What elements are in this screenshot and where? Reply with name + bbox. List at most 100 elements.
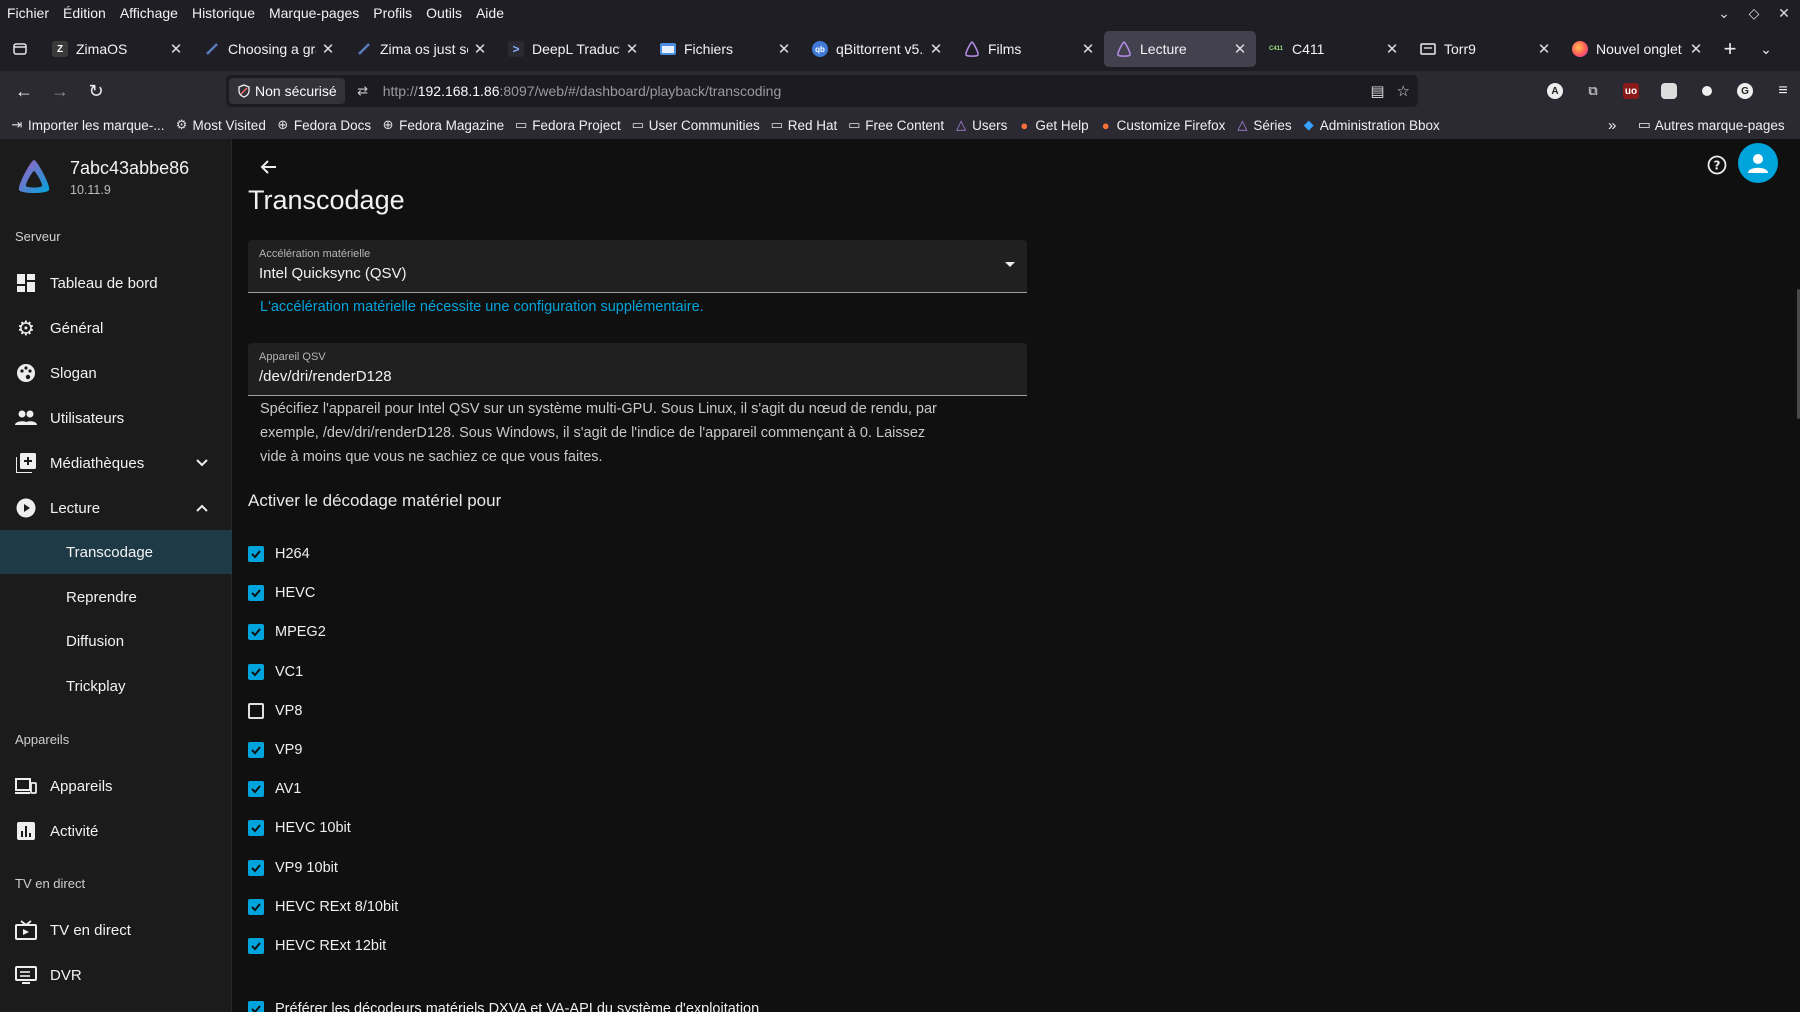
menu-edit[interactable]: Édition bbox=[56, 0, 113, 27]
bookmark-item[interactable]: △ Séries bbox=[1235, 117, 1291, 133]
chevron-down-icon[interactable] bbox=[192, 453, 212, 473]
sidebar-item-general[interactable]: ⚙ Général bbox=[0, 306, 232, 350]
ublock-icon[interactable]: uo bbox=[1612, 75, 1650, 107]
codec-checkbox[interactable]: VC1 bbox=[248, 660, 303, 684]
close-tab-icon[interactable]: ✕ bbox=[472, 40, 488, 58]
browser-tab[interactable]: Choosing a grap✕ bbox=[192, 31, 344, 67]
codec-checkbox[interactable]: VP9 10bit bbox=[248, 856, 338, 880]
qsv-device-input[interactable]: Appareil QSV /dev/dri/renderD128 bbox=[248, 343, 1027, 396]
close-tab-icon[interactable]: ✕ bbox=[1688, 40, 1704, 58]
user-avatar-button[interactable] bbox=[1738, 143, 1778, 183]
checkbox-checked-icon[interactable] bbox=[248, 899, 264, 915]
account-icon[interactable]: A bbox=[1536, 75, 1574, 107]
bookmark-item[interactable]: △ Users bbox=[954, 117, 1007, 133]
bookmark-item[interactable]: ◆ Administration Bbox bbox=[1302, 117, 1440, 133]
maximize-icon[interactable]: ◇ bbox=[1746, 5, 1762, 22]
menu-view[interactable]: Affichage bbox=[113, 0, 185, 27]
close-tab-icon[interactable]: ✕ bbox=[1232, 40, 1248, 58]
menu-bookmarks[interactable]: Marque-pages bbox=[262, 0, 366, 27]
bookmark-item[interactable]: ⊕ Fedora Magazine bbox=[381, 117, 505, 133]
close-tab-icon[interactable]: ✕ bbox=[776, 40, 792, 58]
back-button[interactable] bbox=[253, 151, 285, 183]
extension-dot-icon[interactable] bbox=[1688, 75, 1726, 107]
hardware-acceleration-help-link[interactable]: L'accélération matérielle nécessite une … bbox=[260, 299, 704, 315]
hamburger-menu-icon[interactable]: ≡ bbox=[1764, 75, 1800, 107]
close-tab-icon[interactable]: ✕ bbox=[168, 40, 184, 58]
codec-checkbox[interactable]: HEVC RExt 12bit bbox=[248, 934, 386, 958]
bookmark-item[interactable]: ● Get Help bbox=[1017, 118, 1088, 133]
sidebar-item-dvr[interactable]: DVR bbox=[0, 953, 232, 997]
extension-cloud-icon[interactable] bbox=[1650, 75, 1688, 107]
other-bookmarks-folder[interactable]: ▭ Autres marque-pages bbox=[1638, 111, 1785, 139]
browser-tab[interactable]: > DeepL Traductio✕ bbox=[496, 31, 648, 67]
checkbox-checked-icon[interactable] bbox=[248, 742, 264, 758]
browser-tab[interactable]: Fichiers ✕ bbox=[648, 31, 800, 67]
menu-profiles[interactable]: Profils bbox=[366, 0, 419, 27]
bookmark-item[interactable]: ▭ Red Hat bbox=[770, 117, 838, 133]
sidebar-item-playback[interactable]: Lecture bbox=[0, 486, 232, 530]
minimize-icon[interactable]: ⌄ bbox=[1716, 5, 1732, 22]
sidebar-item-transcoding[interactable]: Transcodage bbox=[0, 530, 232, 574]
sidebar-item-devices[interactable]: Appareils bbox=[0, 764, 232, 808]
checkbox-checked-icon[interactable] bbox=[248, 546, 264, 562]
extensions-puzzle-icon[interactable]: ⧉ bbox=[1574, 75, 1612, 107]
chevron-up-icon[interactable] bbox=[192, 498, 212, 518]
menu-file[interactable]: Fichier bbox=[0, 0, 56, 27]
close-tab-icon[interactable]: ✕ bbox=[1536, 40, 1552, 58]
prefer-os-decoders-checkbox[interactable]: Préférer les décodeurs matériels DXVA et… bbox=[248, 997, 759, 1012]
codec-checkbox[interactable]: VP8 bbox=[248, 699, 302, 723]
browser-tab[interactable]: Z ZimaOS ✕ bbox=[40, 31, 192, 67]
codec-checkbox[interactable]: MPEG2 bbox=[248, 620, 326, 644]
checkbox-checked-icon[interactable] bbox=[248, 781, 264, 797]
server-brand[interactable]: 7abc43abbe86 10.11.9 bbox=[14, 157, 189, 197]
menu-help[interactable]: Aide bbox=[469, 0, 511, 27]
close-window-icon[interactable]: ✕ bbox=[1776, 5, 1792, 22]
sidebar-item-dashboard[interactable]: Tableau de bord bbox=[0, 261, 232, 305]
url-text[interactable]: http://192.168.1.86:8097/web/#/dashboard… bbox=[383, 83, 782, 99]
bookmark-item[interactable]: ▭ User Communities bbox=[631, 117, 760, 133]
sidebar-item-trickplay[interactable]: Trickplay bbox=[0, 664, 232, 708]
close-tab-icon[interactable]: ✕ bbox=[624, 40, 640, 58]
sidebar-item-livetv[interactable]: TV en direct bbox=[0, 908, 232, 952]
browser-tab[interactable]: Lecture ✕ bbox=[1104, 31, 1256, 67]
sidebar-item-branding[interactable]: Slogan bbox=[0, 351, 232, 395]
sidebar-item-resume[interactable]: Reprendre bbox=[0, 575, 232, 619]
sidebar-item-libraries[interactable]: Médiathèques bbox=[0, 441, 232, 485]
url-bar[interactable]: Non sécurisé ⇄ http://192.168.1.86:8097/… bbox=[226, 75, 1418, 107]
bookmark-item[interactable]: ⚙ Most Visited bbox=[175, 117, 266, 133]
checkbox-checked-icon[interactable] bbox=[248, 1001, 264, 1012]
browser-tab[interactable]: Nouvel onglet ✕ bbox=[1560, 31, 1712, 67]
close-tab-icon[interactable]: ✕ bbox=[320, 40, 336, 58]
reader-view-icon[interactable]: ▤ bbox=[1370, 82, 1384, 100]
permissions-icon[interactable]: ⇄ bbox=[349, 83, 377, 99]
checkbox-unchecked-icon[interactable] bbox=[248, 703, 264, 719]
tab-overflow-icon[interactable]: ⌄ bbox=[1748, 41, 1784, 58]
close-tab-icon[interactable]: ✕ bbox=[1384, 40, 1400, 58]
checkbox-checked-icon[interactable] bbox=[248, 938, 264, 954]
close-tab-icon[interactable]: ✕ bbox=[1080, 40, 1096, 58]
menu-history[interactable]: Historique bbox=[185, 0, 262, 27]
help-button[interactable]: ? bbox=[1703, 151, 1731, 179]
checkbox-checked-icon[interactable] bbox=[248, 820, 264, 836]
bookmark-item[interactable]: ● Customize Firefox bbox=[1099, 118, 1226, 133]
bookmark-item[interactable]: ⇥ Importer les marque-... bbox=[10, 117, 165, 133]
extension-g-icon[interactable]: G bbox=[1726, 75, 1764, 107]
menu-tools[interactable]: Outils bbox=[419, 0, 469, 27]
back-arrow-icon[interactable]: ← bbox=[6, 75, 42, 107]
bookmarks-overflow-icon[interactable]: » bbox=[1608, 111, 1616, 139]
browser-tab[interactable]: qb qBittorrent v5.2 ✕ bbox=[800, 31, 952, 67]
bookmark-item[interactable]: ⊕ Fedora Docs bbox=[276, 117, 371, 133]
hardware-acceleration-select[interactable]: Accélération matérielle Intel Quicksync … bbox=[248, 240, 1027, 293]
codec-checkbox[interactable]: HEVC bbox=[248, 581, 315, 605]
codec-checkbox[interactable]: HEVC 10bit bbox=[248, 816, 351, 840]
forward-arrow-icon[interactable]: → bbox=[42, 75, 78, 107]
tab-list-button[interactable] bbox=[0, 27, 40, 71]
new-tab-button[interactable]: + bbox=[1712, 36, 1748, 62]
bookmark-item[interactable]: ▭ Free Content bbox=[847, 117, 944, 133]
bookmark-star-icon[interactable]: ☆ bbox=[1397, 82, 1410, 100]
sidebar-item-users[interactable]: Utilisateurs bbox=[0, 396, 232, 440]
browser-tab[interactable]: Torr9 ✕ bbox=[1408, 31, 1560, 67]
reload-icon[interactable]: ↻ bbox=[78, 75, 114, 107]
sidebar-item-activity[interactable]: Activité bbox=[0, 809, 232, 853]
bookmark-item[interactable]: ▭ Fedora Project bbox=[514, 117, 621, 133]
